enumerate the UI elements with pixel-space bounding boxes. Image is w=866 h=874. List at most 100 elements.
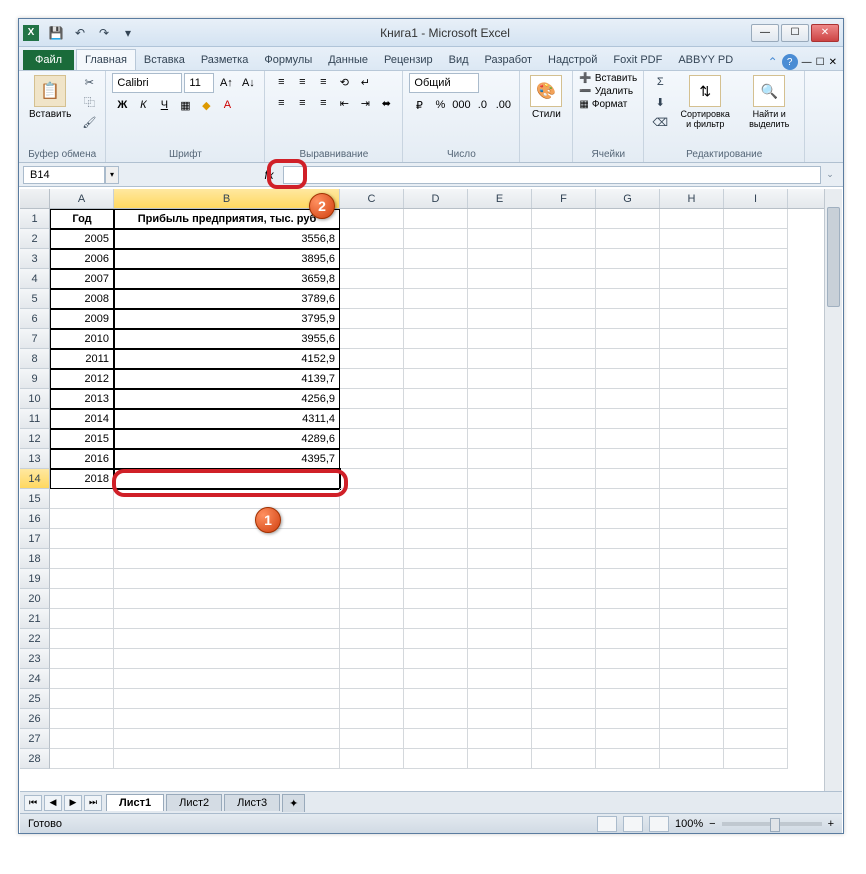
- cell-B21[interactable]: [114, 609, 340, 629]
- cell-D7[interactable]: [404, 329, 468, 349]
- cell-B2[interactable]: 3556,8: [114, 229, 340, 249]
- wrap-text-button[interactable]: ↵: [355, 73, 375, 91]
- col-header-f[interactable]: F: [532, 189, 596, 208]
- sort-filter-button[interactable]: ⇅ Сортировка и фильтр: [674, 73, 736, 131]
- tab-review[interactable]: Рецензир: [376, 50, 441, 70]
- merge-button[interactable]: ⬌: [376, 94, 396, 112]
- col-header-g[interactable]: G: [596, 189, 660, 208]
- cell-C1[interactable]: [340, 209, 404, 229]
- cell-D16[interactable]: [404, 509, 468, 529]
- cell-H9[interactable]: [660, 369, 724, 389]
- cell-E7[interactable]: [468, 329, 532, 349]
- cell-G6[interactable]: [596, 309, 660, 329]
- cell-D22[interactable]: [404, 629, 468, 649]
- cell-I21[interactable]: [724, 609, 788, 629]
- row-header[interactable]: 25: [20, 689, 50, 709]
- new-sheet-button[interactable]: ✦: [282, 794, 305, 812]
- cell-F13[interactable]: [532, 449, 596, 469]
- view-normal-button[interactable]: [597, 816, 617, 832]
- indent-decrease-button[interactable]: ⇤: [334, 94, 354, 112]
- cell-A24[interactable]: [50, 669, 114, 689]
- tab-developer[interactable]: Разработ: [477, 50, 540, 70]
- tab-data[interactable]: Данные: [320, 50, 376, 70]
- cell-I19[interactable]: [724, 569, 788, 589]
- cell-I6[interactable]: [724, 309, 788, 329]
- cell-G20[interactable]: [596, 589, 660, 609]
- name-box-dropdown[interactable]: ▾: [105, 166, 119, 184]
- cell-H25[interactable]: [660, 689, 724, 709]
- cell-D10[interactable]: [404, 389, 468, 409]
- cell-F15[interactable]: [532, 489, 596, 509]
- cell-E15[interactable]: [468, 489, 532, 509]
- formula-bar-expand[interactable]: ⌄: [821, 166, 839, 184]
- sheet-nav-first[interactable]: ⏮: [24, 795, 42, 811]
- cell-E21[interactable]: [468, 609, 532, 629]
- cell-B3[interactable]: 3895,6: [114, 249, 340, 269]
- font-size-select[interactable]: 11: [184, 73, 214, 93]
- cell-F6[interactable]: [532, 309, 596, 329]
- cell-D18[interactable]: [404, 549, 468, 569]
- border-button[interactable]: ▦: [175, 96, 195, 114]
- cell-C23[interactable]: [340, 649, 404, 669]
- cell-C16[interactable]: [340, 509, 404, 529]
- cell-I23[interactable]: [724, 649, 788, 669]
- cell-H16[interactable]: [660, 509, 724, 529]
- cell-A10[interactable]: 2013: [50, 389, 114, 409]
- cell-A2[interactable]: 2005: [50, 229, 114, 249]
- cell-A18[interactable]: [50, 549, 114, 569]
- cell-F4[interactable]: [532, 269, 596, 289]
- cell-D17[interactable]: [404, 529, 468, 549]
- cell-F21[interactable]: [532, 609, 596, 629]
- cell-C19[interactable]: [340, 569, 404, 589]
- doc-restore-icon[interactable]: ☐: [816, 57, 825, 68]
- cell-G5[interactable]: [596, 289, 660, 309]
- cell-D9[interactable]: [404, 369, 468, 389]
- row-header[interactable]: 28: [20, 749, 50, 769]
- row-header[interactable]: 20: [20, 589, 50, 609]
- cell-F9[interactable]: [532, 369, 596, 389]
- cell-F16[interactable]: [532, 509, 596, 529]
- cell-B16[interactable]: [114, 509, 340, 529]
- cell-C22[interactable]: [340, 629, 404, 649]
- cell-H10[interactable]: [660, 389, 724, 409]
- col-header-h[interactable]: H: [660, 189, 724, 208]
- cell-A27[interactable]: [50, 729, 114, 749]
- ribbon-minimize-icon[interactable]: ⌃: [768, 55, 778, 69]
- cell-I10[interactable]: [724, 389, 788, 409]
- cell-G8[interactable]: [596, 349, 660, 369]
- cell-C7[interactable]: [340, 329, 404, 349]
- cell-B6[interactable]: 3795,9: [114, 309, 340, 329]
- indent-increase-button[interactable]: ⇥: [355, 94, 375, 112]
- cell-C18[interactable]: [340, 549, 404, 569]
- cell-F17[interactable]: [532, 529, 596, 549]
- col-header-d[interactable]: D: [404, 189, 468, 208]
- cell-G14[interactable]: [596, 469, 660, 489]
- maximize-button[interactable]: ☐: [781, 24, 809, 42]
- cell-H7[interactable]: [660, 329, 724, 349]
- cell-H26[interactable]: [660, 709, 724, 729]
- align-left-button[interactable]: ≡: [271, 94, 291, 112]
- cell-D28[interactable]: [404, 749, 468, 769]
- cell-E23[interactable]: [468, 649, 532, 669]
- cell-A15[interactable]: [50, 489, 114, 509]
- cell-F11[interactable]: [532, 409, 596, 429]
- cell-E5[interactable]: [468, 289, 532, 309]
- cell-A25[interactable]: [50, 689, 114, 709]
- cell-F10[interactable]: [532, 389, 596, 409]
- cell-C5[interactable]: [340, 289, 404, 309]
- cell-C17[interactable]: [340, 529, 404, 549]
- tab-layout[interactable]: Разметка: [193, 50, 257, 70]
- cell-C9[interactable]: [340, 369, 404, 389]
- row-header[interactable]: 12: [20, 429, 50, 449]
- cell-H22[interactable]: [660, 629, 724, 649]
- clear-button[interactable]: ⌫: [650, 113, 670, 131]
- zoom-in-button[interactable]: +: [828, 818, 834, 830]
- cell-C21[interactable]: [340, 609, 404, 629]
- cell-E11[interactable]: [468, 409, 532, 429]
- cell-I20[interactable]: [724, 589, 788, 609]
- row-header[interactable]: 13: [20, 449, 50, 469]
- row-header[interactable]: 15: [20, 489, 50, 509]
- currency-button[interactable]: ₽: [409, 96, 429, 114]
- cell-D27[interactable]: [404, 729, 468, 749]
- cell-G16[interactable]: [596, 509, 660, 529]
